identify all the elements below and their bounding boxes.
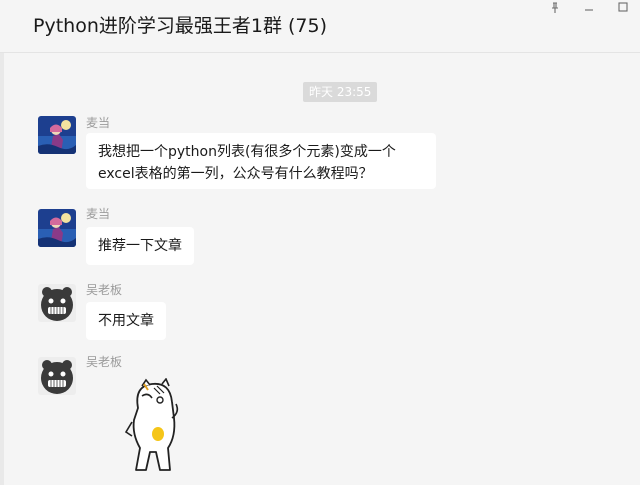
message-line: 推荐一下文章 <box>98 238 182 254</box>
minimize-button[interactable] <box>572 0 606 16</box>
anime-night-avatar-icon <box>38 116 76 154</box>
avatar[interactable] <box>38 209 76 247</box>
scroll-edge <box>0 53 4 485</box>
grinning-face-avatar-icon <box>38 357 76 395</box>
chat-window: Python进阶学习最强王者1群 (75) 昨天 23:55 麦当 我想把一个p… <box>0 0 640 485</box>
window-controls <box>538 0 640 16</box>
chat-title: Python进阶学习最强王者1群 (75) <box>33 15 327 37</box>
message-bubble[interactable]: 推荐一下文章 <box>86 227 194 265</box>
message-timestamp: 昨天 23:55 <box>303 82 378 102</box>
sticker-message[interactable] <box>124 377 184 478</box>
pin-icon <box>552 2 558 13</box>
anime-night-avatar-icon <box>38 209 76 247</box>
avatar[interactable] <box>38 116 76 154</box>
title-bar: Python进阶学习最强王者1群 (75) <box>0 0 640 53</box>
sender-name: 麦当 <box>86 207 111 221</box>
message-line: 不用文章 <box>98 313 154 329</box>
message-bubble[interactable]: 我想把一个python列表(有很多个元素)变成一个 excel表格的第一列，公众… <box>86 133 436 189</box>
cartoon-cat-sticker-icon <box>124 377 179 471</box>
sender-name: 吴老板 <box>86 355 123 369</box>
maximize-icon <box>618 2 628 12</box>
sender-name: 吴老板 <box>86 283 123 297</box>
avatar[interactable] <box>38 284 76 322</box>
avatar[interactable] <box>38 357 76 395</box>
maximize-button[interactable] <box>606 0 640 16</box>
grinning-face-avatar-icon <box>38 284 76 322</box>
sender-name: 麦当 <box>86 116 111 130</box>
message-bubble[interactable]: 不用文章 <box>86 302 166 340</box>
pin-button[interactable] <box>538 0 572 16</box>
message-line: 我想把一个python列表(有很多个元素)变成一个 <box>98 144 396 160</box>
minimize-icon <box>585 9 593 11</box>
message-line: excel表格的第一列，公众号有什么教程吗？ <box>98 166 373 182</box>
